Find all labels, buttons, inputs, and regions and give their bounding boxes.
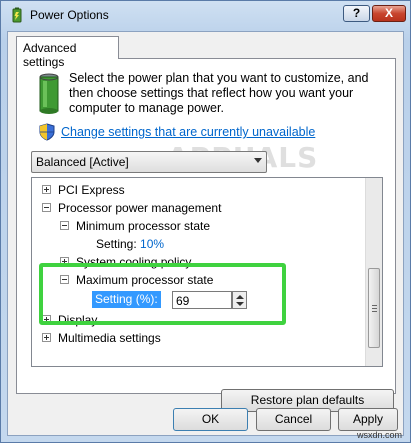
max-setting-stepper[interactable]: [232, 291, 247, 309]
settings-tree: PCI Express Processor power management M…: [31, 177, 383, 367]
description-text: Select the power plan that you want to c…: [69, 71, 369, 115]
tree-item-max-state[interactable]: Maximum processor state: [60, 272, 213, 289]
close-button[interactable]: X: [372, 5, 406, 22]
tree-item-label: Minimum processor state: [76, 219, 211, 233]
tree-item-label: Multimedia settings: [58, 331, 161, 345]
tree-item-min-setting[interactable]: Setting: 10%: [96, 236, 164, 253]
help-button[interactable]: ?: [343, 5, 370, 22]
tab-advanced-settings[interactable]: Advanced settings: [16, 36, 119, 69]
power-plan-value: Balanced [Active]: [36, 155, 129, 169]
tree-item-label: PCI Express: [58, 183, 125, 197]
collapse-icon[interactable]: [60, 221, 69, 231]
max-setting-label: Setting (%):: [92, 291, 161, 308]
ok-button[interactable]: OK: [173, 408, 248, 431]
stepper-up-icon[interactable]: [236, 295, 244, 299]
site-watermark: wsxdn.com: [357, 430, 403, 440]
expand-icon[interactable]: [42, 185, 51, 195]
apply-button[interactable]: Apply: [338, 408, 398, 431]
dialog-client: Advanced settings Select the power plan …: [7, 31, 404, 436]
tree-item-label: Display: [58, 313, 98, 327]
max-setting-input[interactable]: 69: [172, 291, 232, 309]
change-settings-link[interactable]: Change settings that are currently unava…: [61, 125, 315, 139]
tree-item-max-setting[interactable]: Setting (%): 69: [92, 291, 332, 310]
tree-item-cooling-policy[interactable]: System cooling policy: [60, 254, 191, 271]
uac-shield-icon: [39, 123, 55, 141]
collapse-icon[interactable]: [42, 203, 51, 213]
settings-panel: Select the power plan that you want to c…: [16, 58, 396, 412]
min-setting-value[interactable]: 10%: [140, 237, 164, 251]
battery-icon: [39, 73, 59, 114]
tree-item-label: Processor power management: [58, 201, 222, 215]
expand-icon[interactable]: [60, 257, 69, 267]
min-setting-label: Setting:: [96, 237, 137, 251]
power-plan-select[interactable]: Balanced [Active]: [31, 151, 267, 173]
power-options-icon: [12, 7, 22, 23]
cancel-button[interactable]: Cancel: [256, 408, 331, 431]
window-title: Power Options: [30, 8, 109, 22]
tree-item-pci-express[interactable]: PCI Express: [42, 182, 125, 199]
collapse-icon[interactable]: [60, 275, 69, 285]
tree-item-multimedia[interactable]: Multimedia settings: [42, 330, 161, 347]
chevron-down-icon: [254, 158, 262, 163]
grip-icon: [372, 305, 377, 312]
expand-icon[interactable]: [42, 333, 51, 343]
title-bar[interactable]: Power Options ? X: [1, 1, 410, 29]
stepper-down-icon[interactable]: [236, 302, 244, 306]
tree-item-min-state[interactable]: Minimum processor state: [60, 218, 210, 235]
tree-scrollbar[interactable]: [365, 178, 382, 366]
tree-item-label: Maximum processor state: [76, 273, 214, 287]
tree-item-display[interactable]: Display: [42, 312, 97, 329]
power-options-window: Power Options ? X Advanced settings Sele…: [0, 0, 411, 443]
tree-item-label: System cooling policy: [76, 255, 192, 269]
expand-icon[interactable]: [42, 315, 51, 325]
tree-item-processor-power[interactable]: Processor power management: [42, 200, 221, 217]
scroll-thumb[interactable]: [368, 268, 380, 348]
